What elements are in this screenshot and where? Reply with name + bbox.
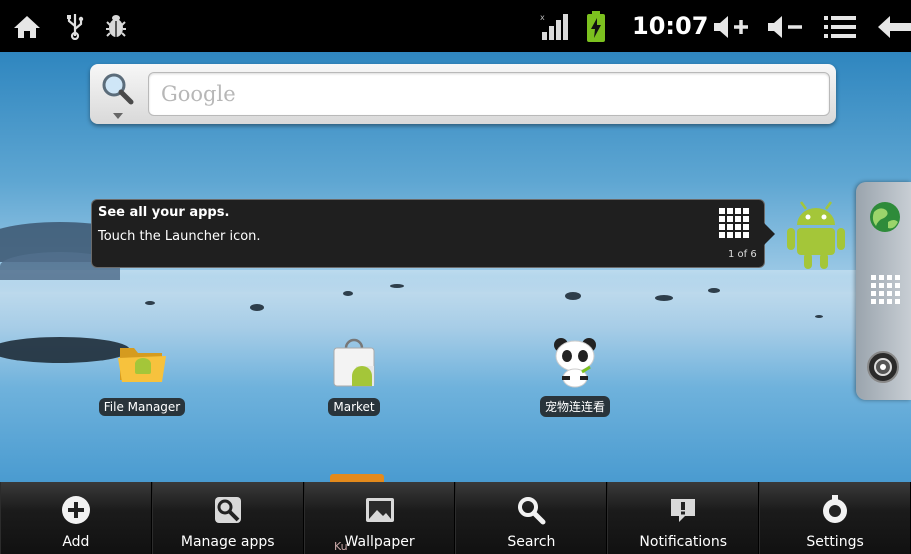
add-circle-icon [61,496,90,524]
hint-title: See all your apps. [98,205,230,220]
menu-list-icon[interactable] [824,14,856,40]
battery-charging-icon [587,11,605,42]
debug-bug-icon [106,15,126,37]
volume-up-icon[interactable] [712,14,752,40]
rock-2 [565,292,581,300]
launcher-hint-bubble[interactable]: See all your apps. Touch the Launcher ic… [91,199,775,268]
launcher-grid-icon [719,208,749,238]
back-arrow-icon[interactable] [876,14,911,40]
google-search-widget[interactable]: Google [90,64,836,124]
rock-6 [145,301,155,305]
wrench-icon [214,497,241,523]
usb-icon [67,14,84,40]
menu-search[interactable]: Search [455,482,608,554]
home-icon[interactable] [12,14,42,40]
search-input[interactable]: Google [148,72,830,116]
rock-3 [655,295,673,301]
android-robot-icon [787,201,845,269]
search-placeholder: Google [161,82,236,106]
market-bag-icon [333,338,375,387]
menu-manage-apps[interactable]: Manage apps [151,482,304,554]
status-bar: x 10:07 [0,0,911,52]
hint-subtitle: Touch the Launcher icon. [98,229,261,244]
search-icon [518,497,546,525]
rock-8 [815,315,823,318]
camera-lens-icon[interactable] [866,350,900,384]
right-dock [856,182,911,400]
dropdown-arrow-icon[interactable] [112,112,124,120]
menu-add[interactable]: Add [0,482,152,554]
signal-icon: x [540,13,568,40]
volume-down-icon[interactable] [766,14,806,40]
menu-notifications-label: Notifications [639,534,728,550]
menu-add-label: Add [62,534,90,550]
panda-icon [554,338,596,388]
market-shortcut[interactable]: Market [304,336,404,416]
notification-icon [671,499,696,522]
picture-icon [365,498,394,522]
horizon-glow [0,270,911,292]
hint-page-count: 1 of 6 [728,249,757,260]
menu-settings-label: Settings [806,534,864,550]
rock-4 [708,288,720,293]
menu-search-label: Search [507,534,556,550]
rock-5 [343,291,353,296]
search-icon[interactable] [100,72,134,106]
menu-wallpaper[interactable]: Wallpaper [303,482,456,554]
browser-globe-icon[interactable] [868,200,902,234]
partial-app-label: Ku [334,540,348,553]
app-drawer-icon[interactable] [870,274,900,304]
rock-1 [250,304,264,311]
pet-game-shortcut[interactable]: 宠物连连看 [520,334,630,417]
folder-android-icon [118,348,166,382]
market-label: Market [328,398,380,416]
gear-icon [823,495,848,523]
svg-text:x: x [540,13,545,22]
clock: 10:07 [632,12,709,40]
menu-settings[interactable]: Settings [759,482,911,554]
pet-game-label: 宠物连连看 [539,396,610,417]
menu-manage-apps-label: Manage apps [180,534,275,550]
menu-wallpaper-label: Wallpaper [344,534,415,550]
file-manager-label: File Manager [98,398,186,416]
options-menu: Add Manage apps Wallpaper Search Notific… [0,482,911,554]
file-manager-shortcut[interactable]: File Manager [92,340,192,416]
rock-7 [390,284,404,288]
menu-notifications[interactable]: Notifications [607,482,760,554]
